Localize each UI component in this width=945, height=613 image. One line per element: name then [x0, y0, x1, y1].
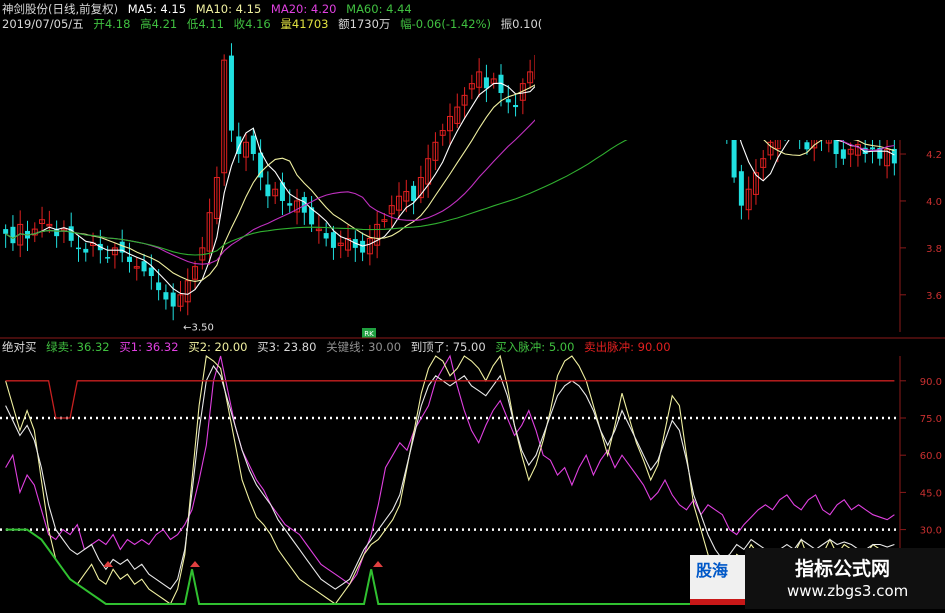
candle-body — [330, 232, 336, 248]
candle-body — [75, 247, 81, 250]
candle-body — [163, 292, 169, 300]
candle-body — [870, 147, 876, 150]
low-label: 低4.11 — [186, 17, 224, 31]
price-tick-label: 4.0 — [926, 197, 942, 208]
candle-body — [323, 233, 329, 239]
ma5-label: MA5: 4.15 — [127, 2, 187, 16]
price-tick-label: 3.6 — [926, 291, 942, 302]
high-label: 高4.21 — [140, 17, 178, 31]
green-sell-label: 绿卖: 36.32 — [46, 340, 110, 354]
low-price-marker: ←3.50 — [183, 323, 214, 334]
price-header-line1: 神剑股份(日线,前复权) MA5: 4.15 MA10: 4.15 MA20: … — [2, 2, 418, 16]
price-tick-label: 4.2 — [926, 150, 942, 161]
candle-body — [738, 171, 744, 206]
change-label: 幅-0.06(-1.42%) — [400, 17, 491, 31]
candle-body — [287, 203, 293, 206]
open-label: 开4.18 — [93, 17, 131, 31]
buy-arrow-icon — [373, 561, 383, 567]
indicator-tick-label: 45.0 — [920, 488, 942, 499]
candle-body — [10, 226, 16, 244]
candle-body — [170, 292, 176, 307]
volume-label: 量41703 — [280, 17, 329, 31]
buy3-label: 买3: 23.80 — [257, 340, 317, 354]
candle-body — [3, 229, 9, 234]
stock-title: 神剑股份(日线,前复权) — [2, 2, 119, 16]
watermark: 指标公式网 www.zbgs3.com — [745, 548, 945, 609]
indicator-tick-label: 90.0 — [920, 377, 942, 388]
indicator-title: 绝对买 — [2, 340, 37, 354]
candle-body — [265, 184, 271, 197]
chart-stage: 3.63.84.04.24.44.6←3.50RK30.045.060.075.… — [0, 0, 945, 609]
amount-label: 额1730万 — [338, 17, 391, 31]
indicator-tick-label: 30.0 — [920, 526, 942, 537]
occluded-region-mid — [232, 280, 712, 328]
ma10-label: MA10: 4.15 — [195, 2, 262, 16]
occluded-region-top — [535, 0, 945, 140]
candle-body — [141, 261, 147, 272]
candle-body — [411, 185, 417, 201]
buy-pulse-label: 买入脉冲: 5.00 — [495, 340, 575, 354]
sell-pulse-label: 卖出脉冲: 90.00 — [584, 340, 671, 354]
candle-body — [513, 105, 519, 108]
close-label: 收4.16 — [233, 17, 271, 31]
price-tick-label: 3.8 — [926, 244, 942, 255]
indicator-tick-label: 75.0 — [920, 414, 942, 425]
watermark-url: www.zbgs3.com — [787, 582, 909, 600]
rk-badge-text: RK — [364, 330, 374, 338]
candle-body — [483, 77, 489, 89]
key-line-label: 关键线: 30.00 — [326, 340, 402, 354]
watermark-logo: 股海 — [690, 555, 750, 605]
amplitude-label: 振0.10( — [500, 17, 543, 31]
candle-body — [105, 257, 111, 259]
candle-body — [68, 226, 74, 241]
candle-body — [148, 267, 154, 277]
buy2-label: 买2: 20.00 — [188, 340, 248, 354]
ma60-label: MA60: 4.44 — [346, 2, 412, 16]
candle-body — [505, 99, 511, 103]
watermark-logo-text: 股海 — [696, 561, 729, 580]
candle-body — [804, 142, 810, 150]
watermark-logo-bar — [690, 599, 750, 605]
indicator-header: 绝对买 绿卖: 36.32 买1: 36.32 买2: 20.00 买3: 23… — [2, 340, 677, 354]
top-label: 到顶了: 75.00 — [410, 340, 486, 354]
buy-arrow-icon — [190, 561, 200, 567]
watermark-brand: 指标公式网 — [795, 558, 891, 580]
candle-body — [250, 135, 256, 155]
candle-body — [891, 148, 897, 164]
candle-body — [360, 240, 366, 253]
candle-body — [156, 282, 162, 291]
date-label: 2019/07/05/五 — [2, 17, 84, 31]
candle-body — [840, 149, 846, 159]
candle-body — [258, 152, 264, 178]
candle-body — [228, 55, 234, 131]
indicator-tick-label: 60.0 — [920, 451, 942, 462]
candle-body — [83, 248, 89, 253]
candle-body — [126, 256, 132, 262]
chart-svg: 3.63.84.04.24.44.6←3.50RK30.045.060.075.… — [0, 0, 945, 609]
buy1-label: 买1: 36.32 — [119, 340, 179, 354]
price-header-line2: 2019/07/05/五 开4.18 高4.21 低4.11 收4.16 量41… — [2, 17, 548, 31]
ma20-label: MA20: 4.20 — [270, 2, 337, 16]
